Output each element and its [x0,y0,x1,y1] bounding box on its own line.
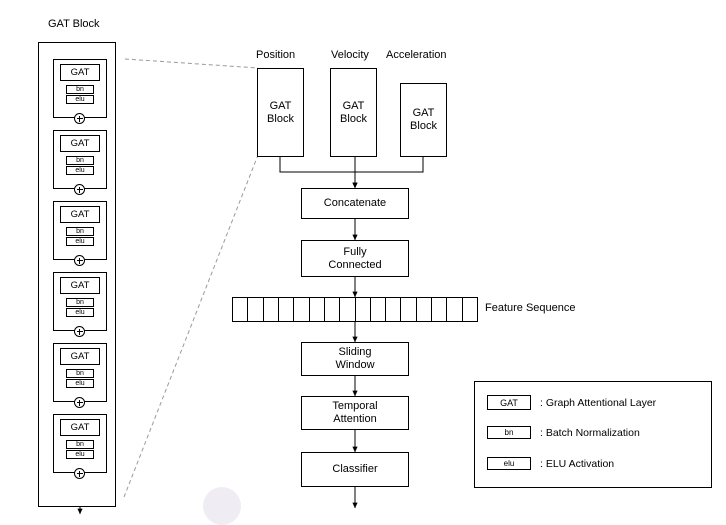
elu-box[interactable]: elu [66,237,94,246]
bn-box[interactable]: bn [66,440,94,449]
gat-block-label-line2: Block [410,120,437,132]
feature-sequence-cell [233,298,249,321]
bn-box[interactable]: bn [66,227,94,236]
feature-sequence-label: Feature Sequence [485,302,576,314]
gat-block-position[interactable]: GAT Block [257,68,304,157]
gat-block-label-line1: GAT [412,107,435,120]
elu-box[interactable]: elu [66,379,94,388]
legend-row-gat: GAT : Graph Attentional Layer [487,395,656,410]
elu-box[interactable]: elu [66,308,94,317]
feature-sequence-cell [294,298,310,321]
legend-row-elu: elu : ELU Activation [487,457,614,470]
elu-box[interactable]: elu [66,95,94,104]
feature-sequence-cell [279,298,295,321]
feature-sequence-cell [447,298,463,321]
bn-box[interactable]: bn [66,156,94,165]
residual-add-icon [74,113,85,124]
elu-box[interactable]: elu [66,166,94,175]
bn-box[interactable]: bn [66,85,94,94]
temporal-attention-label-line2: Attention [333,413,377,425]
column-label-acceleration: Acceleration [386,49,447,61]
legend-text-bn: : Batch Normalization [540,426,640,439]
gat-layer-box[interactable]: GAT [60,348,100,365]
residual-add-icon [74,397,85,408]
residual-add-icon [74,255,85,266]
column-label-velocity: Velocity [331,49,369,61]
residual-add-icon [74,326,85,337]
classifier-label: Classifier [332,463,378,476]
gat-layer-box[interactable]: GAT [60,277,100,294]
gat-block-label-line1: GAT [342,99,365,112]
feature-sequence-cell [248,298,264,321]
fully-connected-label-line1: Fully [343,245,367,258]
feature-sequence-cell [340,298,356,321]
bn-box[interactable]: bn [66,369,94,378]
feature-sequence-boxes [232,297,478,322]
bn-box[interactable]: bn [66,298,94,307]
gat-block-label-line1: GAT [269,99,292,112]
legend-chip-elu: elu [487,457,531,470]
gat-layer-box[interactable]: GAT [60,64,100,81]
gat-block-velocity[interactable]: GAT Block [330,68,377,157]
elu-box[interactable]: elu [66,450,94,459]
temporal-attention-box[interactable]: Temporal Attention [301,396,409,430]
residual-add-icon [74,468,85,479]
sliding-window-label-line1: Sliding [338,346,372,359]
feature-sequence-cell [371,298,387,321]
legend-text-gat: : Graph Attentional Layer [540,396,657,409]
gat-block-acceleration[interactable]: GAT Block [400,83,447,157]
feature-sequence-cell [401,298,417,321]
concatenate-box[interactable]: Concatenate [301,188,409,219]
legend-row-bn: bn : Batch Normalization [487,426,640,439]
fully-connected-box[interactable]: Fully Connected [301,240,409,277]
gat-block-label-line2: Block [267,112,294,125]
gat-layer-box[interactable]: GAT [60,206,100,223]
sliding-window-box[interactable]: Sliding Window [301,342,409,376]
feature-sequence-cell [417,298,433,321]
sliding-window-label-line2: Window [335,359,375,371]
classifier-box[interactable]: Classifier [301,452,409,487]
feature-sequence-cell [463,298,477,321]
column-label-position: Position [256,49,296,61]
fully-connected-label-line2: Connected [328,258,382,271]
feature-sequence-cell [432,298,448,321]
temporal-attention-label-line1: Temporal [332,400,378,413]
page-title: GAT Block [48,18,100,30]
feature-sequence-cell [356,298,371,321]
gat-block-label-line2: Block [340,112,367,125]
watermark [203,487,241,525]
gat-layer-box[interactable]: GAT [60,135,100,152]
feature-sequence-cell [310,298,325,321]
legend-chip-gat: GAT [487,395,531,410]
diagram-canvas: GAT Block GAT bn elu GAT bn elu GAT bn e… [0,0,726,525]
concatenate-label: Concatenate [323,197,387,210]
feature-sequence-cell [386,298,402,321]
residual-add-icon [74,184,85,195]
gat-layer-box[interactable]: GAT [60,419,100,436]
legend-text-elu: : ELU Activation [540,457,615,470]
feature-sequence-cell [325,298,341,321]
feature-sequence-cell [264,298,279,321]
legend-chip-bn: bn [487,426,531,439]
